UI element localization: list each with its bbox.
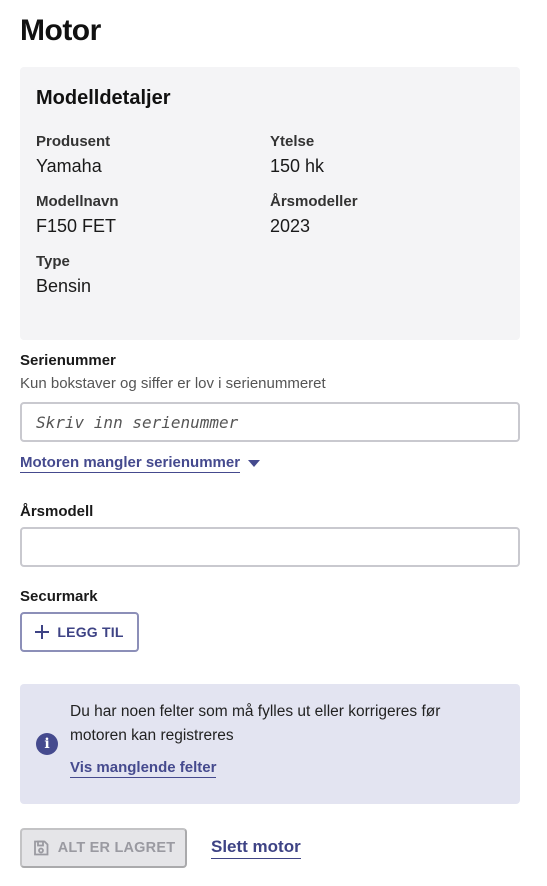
field-produsent: Produsent Yamaha: [36, 133, 110, 177]
serial-label: Serienummer: [20, 352, 116, 369]
missing-serial-label: Motoren mangler serienummer: [20, 454, 241, 473]
add-securmark-button[interactable]: LEGG TIL: [20, 612, 139, 652]
field-label: Modellnavn: [36, 193, 119, 210]
info-alert: i Du har noen felter som må fylles ut el…: [20, 684, 520, 804]
info-message: Du har noen felter som må fylles ut elle…: [70, 703, 441, 744]
field-value: F150 FET: [36, 216, 117, 236]
all-saved-button[interactable]: ALT ER LAGRET: [20, 828, 187, 868]
field-arsmodeller: Årsmodeller 2023: [270, 193, 358, 237]
model-details-title: Modelldetaljer: [36, 87, 171, 109]
field-type: Type Bensin: [36, 253, 91, 297]
field-value: Bensin: [36, 276, 92, 296]
securmark-label: Securmark: [20, 588, 98, 605]
year-label: Årsmodell: [20, 503, 94, 520]
delete-motor-link[interactable]: Slett motor: [211, 837, 301, 859]
field-value: Yamaha: [36, 156, 102, 176]
field-label: Produsent: [36, 133, 111, 150]
field-value: 2023: [270, 216, 311, 236]
field-label: Årsmodeller: [270, 193, 358, 210]
missing-serial-toggle[interactable]: Motoren mangler serienummer: [20, 454, 261, 473]
serial-input[interactable]: [20, 402, 520, 442]
chevron-down-icon: [248, 460, 261, 467]
page-title: Motor: [20, 14, 101, 47]
show-missing-fields-link[interactable]: Vis manglende felter: [70, 759, 217, 778]
save-icon: [33, 840, 49, 856]
add-button-label: LEGG TIL: [57, 624, 124, 640]
field-modellnavn: Modellnavn F150 FET: [36, 193, 119, 237]
plus-icon: [35, 625, 50, 639]
serial-hint: Kun bokstaver og siffer er lov i serienu…: [20, 375, 326, 392]
model-details-card: Modelldetaljer Produsent Yamaha Ytelse 1…: [20, 67, 520, 340]
info-icon: i: [36, 733, 58, 755]
year-input[interactable]: [20, 527, 520, 567]
saved-label: ALT ER LAGRET: [57, 840, 176, 856]
field-label: Type: [36, 253, 70, 270]
field-label: Ytelse: [270, 133, 315, 150]
field-value: 150 hk: [270, 156, 325, 176]
field-ytelse: Ytelse 150 hk: [270, 133, 324, 177]
